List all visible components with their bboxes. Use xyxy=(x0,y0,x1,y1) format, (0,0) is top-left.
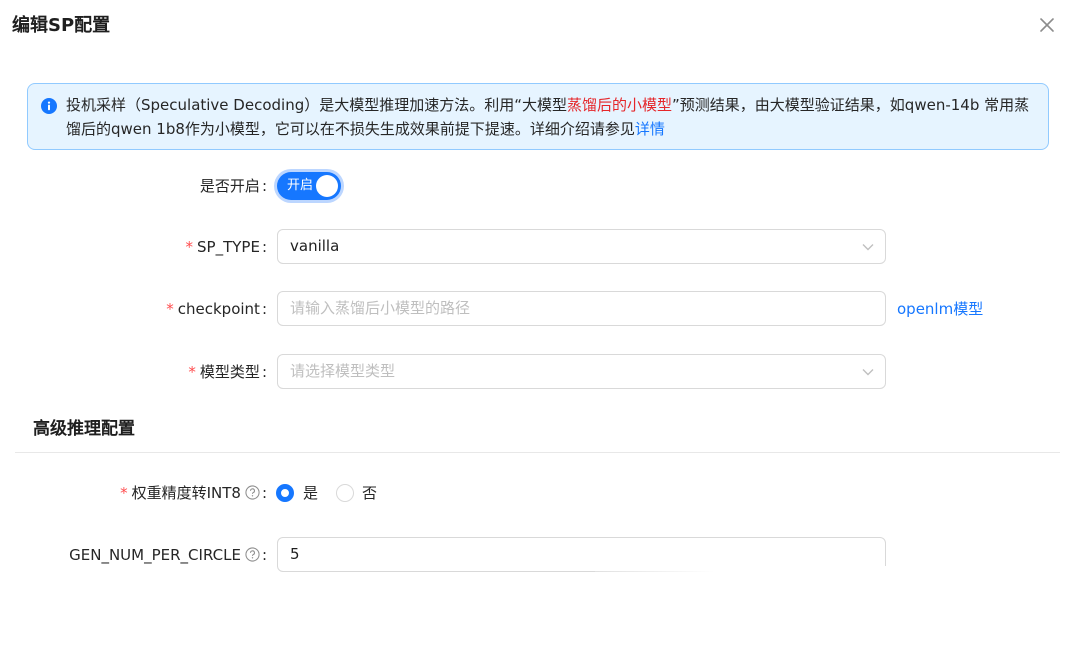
switch-text: 开启 xyxy=(287,178,314,193)
section-divider xyxy=(15,452,1060,453)
chevron-down-icon xyxy=(862,244,874,251)
gen-num-label-text: GEN_NUM_PER_CIRCLE xyxy=(69,546,241,564)
checkpoint-label-text: checkpoint xyxy=(177,300,260,318)
alert-text-before: 投机采样（Speculative Decoding）是大模型推理加速方法。利用“… xyxy=(66,96,568,114)
switch-knob xyxy=(316,175,338,197)
advanced-section-title: 高级推理配置 xyxy=(33,419,135,439)
int8-radio-no[interactable] xyxy=(336,484,354,502)
enable-label: 是否开启: xyxy=(199,177,267,195)
details-link[interactable]: 详情 xyxy=(635,120,665,138)
alert-message: 投机采样（Speculative Decoding）是大模型推理加速方法。利用“… xyxy=(66,93,1041,141)
openlm-model-link[interactable]: openlm模型 xyxy=(897,297,983,321)
dialog-title: 编辑SP配置 xyxy=(12,15,111,36)
enable-label-text: 是否开启 xyxy=(199,177,260,195)
int8-label: * 权重精度转INT8: xyxy=(120,484,267,502)
question-circle-icon[interactable] xyxy=(245,485,260,500)
alert-highlight: 蒸馏后的小模型 xyxy=(567,96,673,114)
model-type-label-text: 模型类型 xyxy=(199,363,260,381)
sp-type-label-text: SP_TYPE xyxy=(197,238,260,256)
checkpoint-input[interactable]: 请输入蒸馏后小模型的路径 xyxy=(277,291,886,326)
checkpoint-placeholder: 请输入蒸馏后小模型的路径 xyxy=(290,299,471,317)
enable-switch[interactable]: 开启 xyxy=(277,172,341,200)
chevron-down-icon xyxy=(862,369,874,376)
gen-num-value: 5 xyxy=(290,545,300,563)
model-type-label: * 模型类型: xyxy=(188,363,267,381)
sp-type-label: * SP_TYPE: xyxy=(185,238,267,256)
model-type-placeholder: 请选择模型类型 xyxy=(290,362,396,380)
close-icon[interactable] xyxy=(1036,14,1058,36)
int8-option-no[interactable]: 否 xyxy=(362,481,377,505)
sp-type-select[interactable]: vanilla xyxy=(277,229,886,264)
info-circle-icon xyxy=(41,98,57,114)
int8-option-yes[interactable]: 是 xyxy=(303,481,318,505)
bottom-fade-overlay xyxy=(595,566,895,586)
edit-sp-config-dialog: 编辑SP配置 投机采样（Speculative Decoding）是大模型推理加… xyxy=(0,0,1080,670)
sp-type-value: vanilla xyxy=(290,237,340,255)
int8-label-text: 权重精度转INT8 xyxy=(131,484,241,502)
info-alert: 投机采样（Speculative Decoding）是大模型推理加速方法。利用“… xyxy=(27,83,1049,150)
int8-radio-yes[interactable] xyxy=(276,484,294,502)
model-type-select[interactable]: 请选择模型类型 xyxy=(277,354,886,389)
gen-num-label: GEN_NUM_PER_CIRCLE: xyxy=(69,546,267,564)
question-circle-icon[interactable] xyxy=(245,547,260,562)
checkpoint-label: * checkpoint: xyxy=(166,300,267,318)
